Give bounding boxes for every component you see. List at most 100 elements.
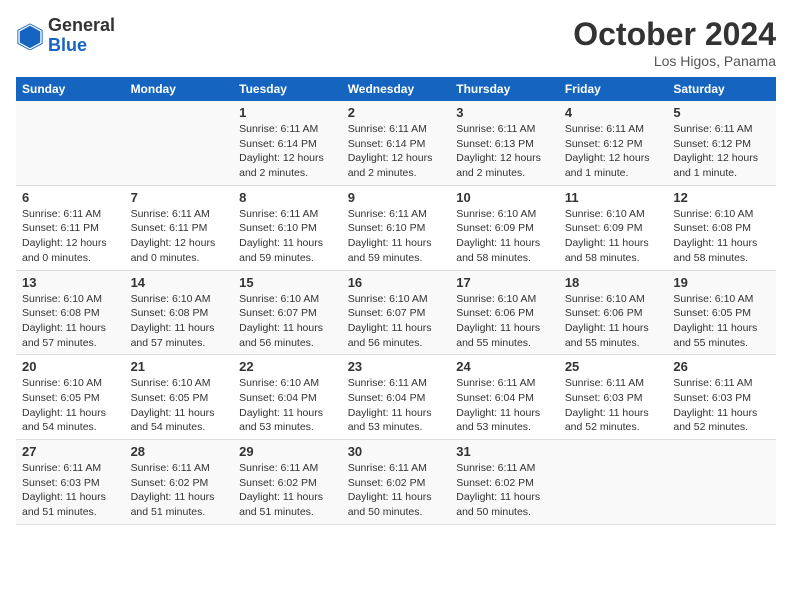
calendar-cell: 20 Sunrise: 6:10 AMSunset: 6:05 PMDayligh…	[16, 355, 125, 440]
calendar-body: 1 Sunrise: 6:11 AMSunset: 6:14 PMDaylight…	[16, 101, 776, 524]
calendar-cell: 29Sunrise: 6:11 AMSunset: 6:02 PMDayligh…	[233, 440, 342, 525]
day-info: Sunrise: 6:11 AMSunset: 6:03 PMDaylight:…	[673, 376, 770, 435]
calendar-week-row: 27 Sunrise: 6:11 AMSunset: 6:03 PMDayligh…	[16, 440, 776, 525]
calendar-cell: 11Sunrise: 6:10 AMSunset: 6:09 PMDayligh…	[559, 185, 668, 270]
day-number: 21	[131, 359, 228, 374]
day-number: 25	[565, 359, 662, 374]
calendar-cell: 21Sunrise: 6:10 AMSunset: 6:05 PMDayligh…	[125, 355, 234, 440]
day-number: 30	[348, 444, 445, 459]
calendar-cell: 10 Sunrise: 6:10 AMSunset: 6:09 PMDayligh…	[450, 185, 559, 270]
day-info: Sunrise: 6:11 AMSunset: 6:14 PMDaylight:…	[348, 122, 445, 181]
day-info: Sunrise: 6:11 AMSunset: 6:11 PMDaylight:…	[131, 207, 228, 266]
logo: General Blue	[16, 16, 115, 56]
calendar-cell: 6Sunrise: 6:11 AMSunset: 6:11 PMDaylight…	[16, 185, 125, 270]
calendar-cell: 14Sunrise: 6:10 AMSunset: 6:08 PMDayligh…	[125, 270, 234, 355]
calendar-cell: 30 Sunrise: 6:11 AMSunset: 6:02 PMDayligh…	[342, 440, 451, 525]
day-number: 19	[673, 275, 770, 290]
logo-text: General Blue	[48, 16, 115, 56]
calendar-cell: 13 Sunrise: 6:10 AMSunset: 6:08 PMDayligh…	[16, 270, 125, 355]
day-number: 23	[348, 359, 445, 374]
day-info: Sunrise: 6:11 AMSunset: 6:11 PMDaylight:…	[22, 207, 119, 266]
calendar-cell: 8 Sunrise: 6:11 AMSunset: 6:10 PMDaylight…	[233, 185, 342, 270]
day-info: Sunrise: 6:11 AMSunset: 6:10 PMDaylight:…	[348, 207, 445, 266]
calendar-cell: 22Sunrise: 6:10 AMSunset: 6:04 PMDayligh…	[233, 355, 342, 440]
day-info: Sunrise: 6:10 AMSunset: 6:05 PMDaylight:…	[22, 376, 119, 435]
day-number: 7	[131, 190, 228, 205]
day-info: Sunrise: 6:11 AMSunset: 6:03 PMDaylight:…	[565, 376, 662, 435]
day-number: 17	[456, 275, 553, 290]
day-info: Sunrise: 6:11 AMSunset: 6:02 PMDaylight:…	[348, 461, 445, 520]
day-number: 27	[22, 444, 119, 459]
day-number: 24	[456, 359, 553, 374]
day-info: Sunrise: 6:10 AMSunset: 6:07 PMDaylight:…	[348, 292, 445, 351]
day-info: Sunrise: 6:11 AMSunset: 6:12 PMDaylight:…	[673, 122, 770, 181]
day-number: 18	[565, 275, 662, 290]
day-info: Sunrise: 6:10 AMSunset: 6:09 PMDaylight:…	[565, 207, 662, 266]
day-info: Sunrise: 6:11 AMSunset: 6:10 PMDaylight:…	[239, 207, 336, 266]
day-info: Sunrise: 6:11 AMSunset: 6:04 PMDaylight:…	[456, 376, 553, 435]
day-info: Sunrise: 6:10 AMSunset: 6:08 PMDaylight:…	[22, 292, 119, 351]
calendar-week-row: 1 Sunrise: 6:11 AMSunset: 6:14 PMDaylight…	[16, 101, 776, 185]
day-info: Sunrise: 6:11 AMSunset: 6:04 PMDaylight:…	[348, 376, 445, 435]
calendar-cell: 12 Sunrise: 6:10 AMSunset: 6:08 PMDayligh…	[667, 185, 776, 270]
calendar-table: SundayMondayTuesdayWednesdayThursdayFrid…	[16, 77, 776, 525]
calendar-cell: 5 Sunrise: 6:11 AMSunset: 6:12 PMDaylight…	[667, 101, 776, 185]
calendar-week-row: 13 Sunrise: 6:10 AMSunset: 6:08 PMDayligh…	[16, 270, 776, 355]
logo-icon	[16, 22, 44, 50]
calendar-cell: 17Sunrise: 6:10 AMSunset: 6:06 PMDayligh…	[450, 270, 559, 355]
day-number: 12	[673, 190, 770, 205]
day-info: Sunrise: 6:11 AMSunset: 6:03 PMDaylight:…	[22, 461, 119, 520]
day-info: Sunrise: 6:10 AMSunset: 6:06 PMDaylight:…	[565, 292, 662, 351]
calendar-cell: 7 Sunrise: 6:11 AMSunset: 6:11 PMDaylight…	[125, 185, 234, 270]
page-header: General Blue October 2024 Los Higos, Pan…	[16, 16, 776, 69]
title-block: October 2024 Los Higos, Panama	[573, 16, 776, 69]
day-number: 20	[22, 359, 119, 374]
day-number: 31	[456, 444, 553, 459]
day-info: Sunrise: 6:10 AMSunset: 6:05 PMDaylight:…	[673, 292, 770, 351]
day-info: Sunrise: 6:10 AMSunset: 6:09 PMDaylight:…	[456, 207, 553, 266]
weekday-header: Friday	[559, 77, 668, 101]
day-number: 15	[239, 275, 336, 290]
weekday-header: Thursday	[450, 77, 559, 101]
day-number: 5	[673, 105, 770, 120]
calendar-cell: 18 Sunrise: 6:10 AMSunset: 6:06 PMDayligh…	[559, 270, 668, 355]
day-number: 1	[239, 105, 336, 120]
day-number: 22	[239, 359, 336, 374]
calendar-week-row: 6Sunrise: 6:11 AMSunset: 6:11 PMDaylight…	[16, 185, 776, 270]
calendar-cell	[559, 440, 668, 525]
weekday-header: Sunday	[16, 77, 125, 101]
day-info: Sunrise: 6:11 AMSunset: 6:14 PMDaylight:…	[239, 122, 336, 181]
month-title: October 2024	[573, 16, 776, 53]
day-number: 13	[22, 275, 119, 290]
calendar-cell: 16Sunrise: 6:10 AMSunset: 6:07 PMDayligh…	[342, 270, 451, 355]
calendar-cell: 9 Sunrise: 6:11 AMSunset: 6:10 PMDaylight…	[342, 185, 451, 270]
calendar-cell: 28 Sunrise: 6:11 AMSunset: 6:02 PMDayligh…	[125, 440, 234, 525]
calendar-cell: 3Sunrise: 6:11 AMSunset: 6:13 PMDaylight…	[450, 101, 559, 185]
day-number: 8	[239, 190, 336, 205]
day-number: 10	[456, 190, 553, 205]
calendar-cell: 2 Sunrise: 6:11 AMSunset: 6:14 PMDaylight…	[342, 101, 451, 185]
calendar-cell: 15 Sunrise: 6:10 AMSunset: 6:07 PMDayligh…	[233, 270, 342, 355]
calendar-cell: 26Sunrise: 6:11 AMSunset: 6:03 PMDayligh…	[667, 355, 776, 440]
day-info: Sunrise: 6:11 AMSunset: 6:02 PMDaylight:…	[239, 461, 336, 520]
day-number: 2	[348, 105, 445, 120]
calendar-cell: 19 Sunrise: 6:10 AMSunset: 6:05 PMDayligh…	[667, 270, 776, 355]
calendar-cell	[667, 440, 776, 525]
weekday-header: Saturday	[667, 77, 776, 101]
calendar-cell: 24 Sunrise: 6:11 AMSunset: 6:04 PMDayligh…	[450, 355, 559, 440]
day-number: 3	[456, 105, 553, 120]
calendar-cell: 23 Sunrise: 6:11 AMSunset: 6:04 PMDayligh…	[342, 355, 451, 440]
day-number: 28	[131, 444, 228, 459]
day-number: 9	[348, 190, 445, 205]
day-info: Sunrise: 6:10 AMSunset: 6:08 PMDaylight:…	[673, 207, 770, 266]
day-info: Sunrise: 6:11 AMSunset: 6:02 PMDaylight:…	[131, 461, 228, 520]
calendar-cell: 31Sunrise: 6:11 AMSunset: 6:02 PMDayligh…	[450, 440, 559, 525]
day-info: Sunrise: 6:11 AMSunset: 6:12 PMDaylight:…	[565, 122, 662, 181]
calendar-cell: 25 Sunrise: 6:11 AMSunset: 6:03 PMDayligh…	[559, 355, 668, 440]
location: Los Higos, Panama	[573, 53, 776, 69]
calendar-cell	[125, 101, 234, 185]
weekday-header: Tuesday	[233, 77, 342, 101]
calendar-cell: 1 Sunrise: 6:11 AMSunset: 6:14 PMDaylight…	[233, 101, 342, 185]
calendar-cell: 4Sunrise: 6:11 AMSunset: 6:12 PMDaylight…	[559, 101, 668, 185]
day-info: Sunrise: 6:10 AMSunset: 6:07 PMDaylight:…	[239, 292, 336, 351]
